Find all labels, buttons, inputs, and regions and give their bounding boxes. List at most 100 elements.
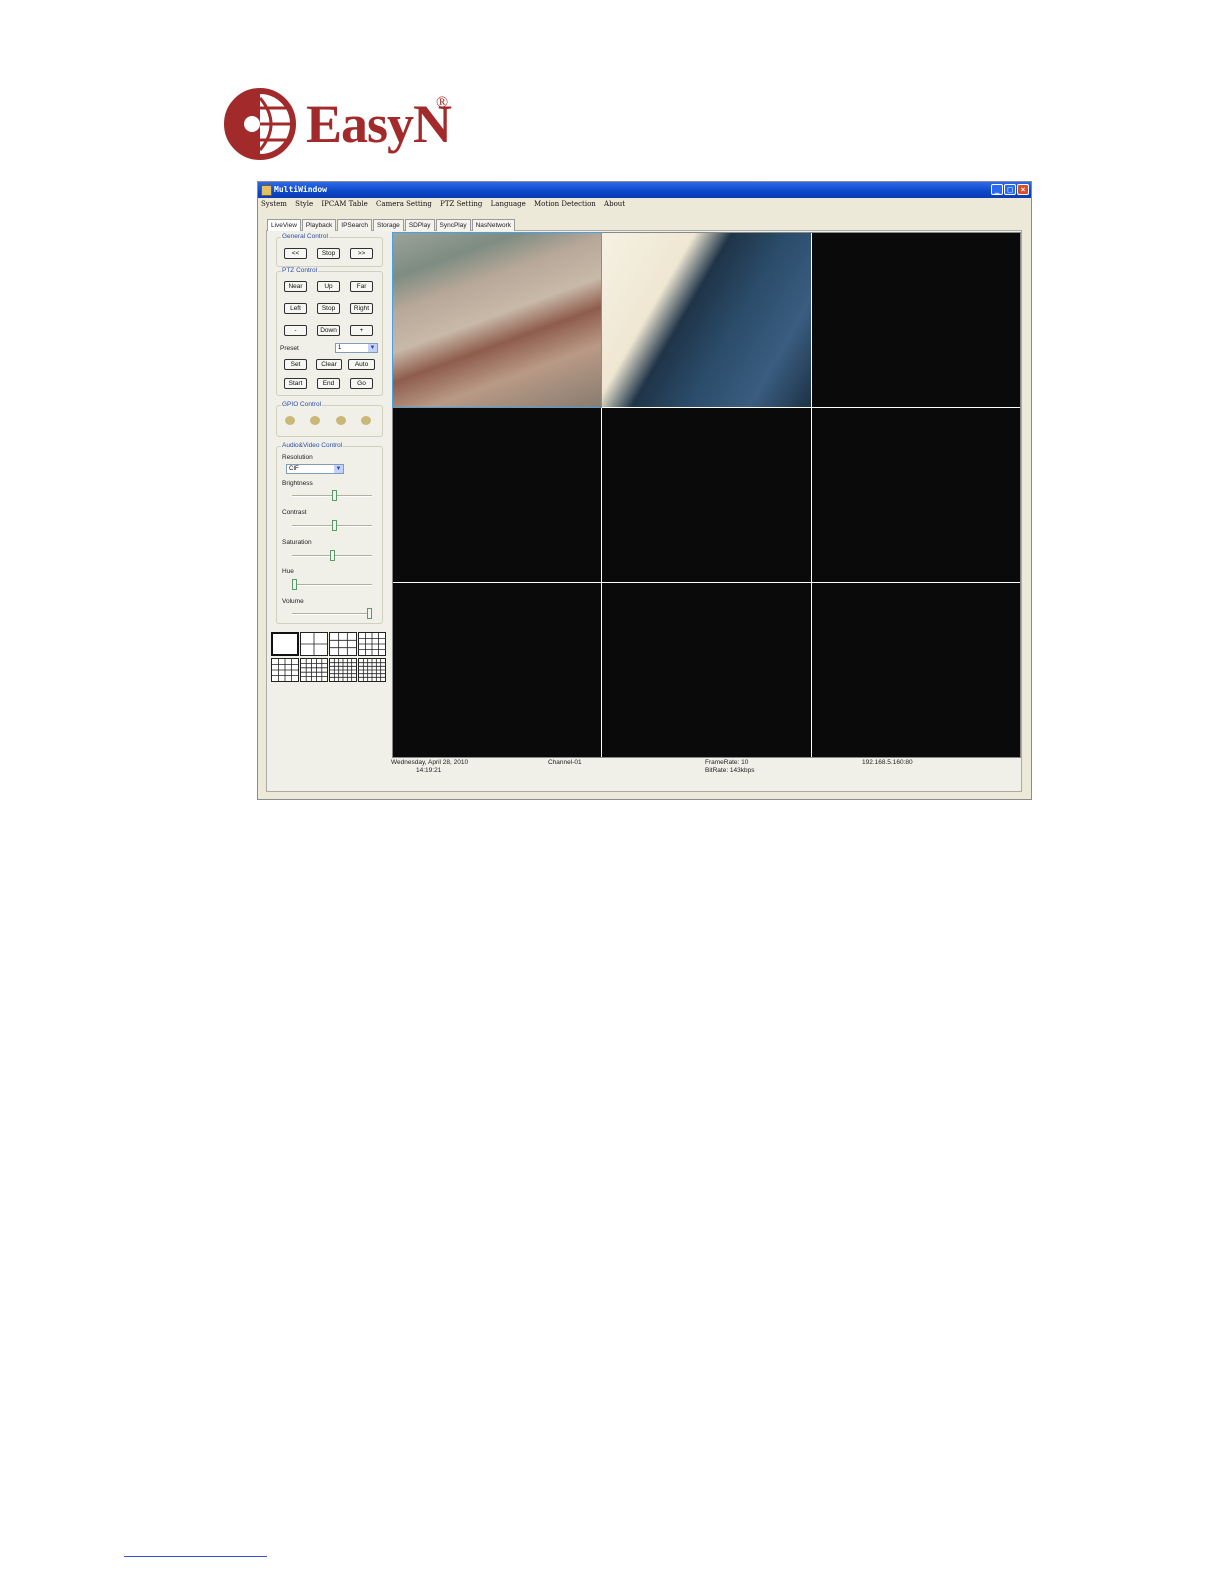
tab-ipsearch[interactable]: IPSearch bbox=[337, 219, 373, 231]
brightness-label: Brightness bbox=[282, 480, 313, 487]
menu-ptz-setting[interactable]: PTZ Setting bbox=[440, 200, 482, 208]
volume-track bbox=[292, 613, 372, 615]
title-bar: MultiWindow _ □ × bbox=[258, 182, 1031, 198]
preset-value: 1 bbox=[338, 345, 342, 351]
preset-auto-button[interactable]: Auto bbox=[348, 359, 375, 370]
menu-about[interactable]: About bbox=[604, 200, 625, 208]
preset-end-button[interactable]: End bbox=[317, 378, 340, 389]
general-control-label: General Control bbox=[281, 233, 329, 240]
video-channel-4[interactable] bbox=[393, 408, 602, 582]
tab-sdplay[interactable]: SDPlay bbox=[404, 219, 435, 231]
zoom-in-button[interactable]: + bbox=[350, 325, 373, 336]
menu-bar: System Style IPCAM Table Camera Setting … bbox=[258, 198, 1031, 210]
video-channel-1[interactable] bbox=[391, 232, 603, 408]
preset-go-button[interactable]: Go bbox=[350, 378, 373, 389]
ptz-up-button[interactable]: Up bbox=[317, 281, 340, 292]
menu-style[interactable]: Style bbox=[295, 200, 313, 208]
preset-clear-button[interactable]: Clear bbox=[316, 359, 342, 370]
zoom-out-button[interactable]: - bbox=[284, 325, 307, 336]
grid-layout-icon bbox=[330, 659, 356, 681]
layout-36-button[interactable] bbox=[358, 658, 386, 682]
gpio-led-3[interactable] bbox=[336, 416, 346, 425]
menu-motion-detection[interactable]: Motion Detection bbox=[534, 200, 596, 208]
brand-name: EasyN bbox=[306, 94, 452, 154]
layout-16-button[interactable] bbox=[300, 658, 328, 682]
chevron-down-icon: ▼ bbox=[334, 465, 343, 473]
gpio-control-label: GPIO Control bbox=[281, 401, 323, 408]
video-channel-2[interactable] bbox=[602, 233, 811, 407]
video-channel-9[interactable] bbox=[811, 583, 1020, 757]
brightness-slider[interactable] bbox=[331, 490, 337, 501]
video-channel-7[interactable] bbox=[393, 583, 602, 757]
gpio-led-1[interactable] bbox=[285, 416, 295, 425]
close-button[interactable]: × bbox=[1017, 184, 1029, 195]
menu-language[interactable]: Language bbox=[491, 200, 526, 208]
resolution-value: CIF bbox=[289, 466, 299, 472]
gpio-led-2[interactable] bbox=[310, 416, 320, 425]
preset-label: Preset bbox=[280, 345, 299, 352]
layout-13-button[interactable] bbox=[271, 658, 299, 682]
menu-system[interactable]: System bbox=[261, 200, 287, 208]
saturation-label: Saturation bbox=[282, 539, 312, 546]
registered-mark: ® bbox=[436, 94, 449, 111]
status-date: Wednesday, April 28, 2010 bbox=[391, 759, 469, 766]
tab-liveview[interactable]: LiveView bbox=[267, 219, 301, 231]
menu-camera-setting[interactable]: Camera Setting bbox=[376, 200, 432, 208]
status-bit-rate: BitRate: 143kbps bbox=[705, 767, 755, 774]
prev-button[interactable]: << bbox=[284, 248, 307, 259]
preset-select[interactable]: 1 ▼ bbox=[335, 343, 378, 353]
hue-slider[interactable] bbox=[292, 579, 297, 590]
layout-4-button[interactable] bbox=[300, 632, 328, 656]
ptz-far-button[interactable]: Far bbox=[350, 281, 373, 292]
layout-9-button[interactable] bbox=[358, 632, 386, 656]
gpio-led-4[interactable] bbox=[361, 416, 371, 425]
ptz-control-label: PTZ Control bbox=[281, 267, 319, 274]
layout-25-button[interactable] bbox=[329, 658, 357, 682]
globe-logo-icon bbox=[224, 88, 296, 160]
chevron-down-icon: ▼ bbox=[368, 344, 377, 352]
ptz-right-button[interactable]: Right bbox=[350, 303, 373, 314]
tab-nasnetwork[interactable]: NasNetwork bbox=[471, 219, 516, 231]
contrast-slider[interactable] bbox=[331, 520, 337, 531]
ptz-near-button[interactable]: Near bbox=[284, 281, 307, 292]
ptz-left-button[interactable]: Left bbox=[284, 303, 307, 314]
easyn-logo: EasyN ® bbox=[222, 86, 462, 162]
general-stop-button[interactable]: Stop bbox=[317, 248, 340, 259]
hue-label: Hue bbox=[282, 568, 294, 575]
video-channel-6[interactable] bbox=[811, 408, 1020, 582]
ptz-down-button[interactable]: Down bbox=[317, 325, 340, 336]
layout-6-button[interactable] bbox=[329, 632, 357, 656]
video-grid bbox=[391, 232, 1021, 758]
next-button[interactable]: >> bbox=[350, 248, 373, 259]
menu-ipcam-table[interactable]: IPCAM Table bbox=[321, 200, 367, 208]
ptz-stop-button[interactable]: Stop bbox=[317, 303, 340, 314]
maximize-button[interactable]: □ bbox=[1004, 184, 1016, 195]
grid-layout-icon bbox=[359, 633, 385, 655]
preset-start-button[interactable]: Start bbox=[284, 378, 307, 389]
resolution-label: Resolution bbox=[282, 454, 313, 461]
volume-slider[interactable] bbox=[367, 608, 372, 619]
grid-layout-icon bbox=[301, 633, 327, 655]
preset-set-button[interactable]: Set bbox=[284, 359, 307, 370]
hue-track bbox=[292, 584, 372, 586]
status-frame-rate: FrameRate: 10 bbox=[705, 759, 749, 766]
grid-layout-icon bbox=[272, 659, 298, 681]
contrast-label: Contrast bbox=[282, 509, 307, 516]
grid-layout-icon bbox=[330, 633, 356, 655]
tab-playback[interactable]: Playback bbox=[301, 219, 337, 231]
grid-layout-icon bbox=[301, 659, 327, 681]
tab-bar: LiveView Playback IPSearch Storage SDPla… bbox=[267, 219, 516, 231]
av-control-label: Audio&Video Control bbox=[281, 442, 344, 449]
tab-storage[interactable]: Storage bbox=[373, 219, 404, 231]
layout-1-button[interactable] bbox=[271, 632, 299, 656]
tab-syncplay[interactable]: SyncPlay bbox=[435, 219, 471, 231]
resolution-select[interactable]: CIF ▼ bbox=[286, 464, 344, 474]
saturation-slider[interactable] bbox=[330, 550, 336, 561]
window-title: MultiWindow bbox=[274, 185, 327, 194]
video-channel-8[interactable] bbox=[602, 583, 811, 757]
status-address: 192.168.5.160:80 bbox=[862, 759, 913, 766]
video-channel-5[interactable] bbox=[602, 408, 811, 582]
minimize-button[interactable]: _ bbox=[991, 184, 1003, 195]
grid-layout-icon bbox=[359, 659, 385, 681]
video-channel-3[interactable] bbox=[811, 233, 1020, 407]
